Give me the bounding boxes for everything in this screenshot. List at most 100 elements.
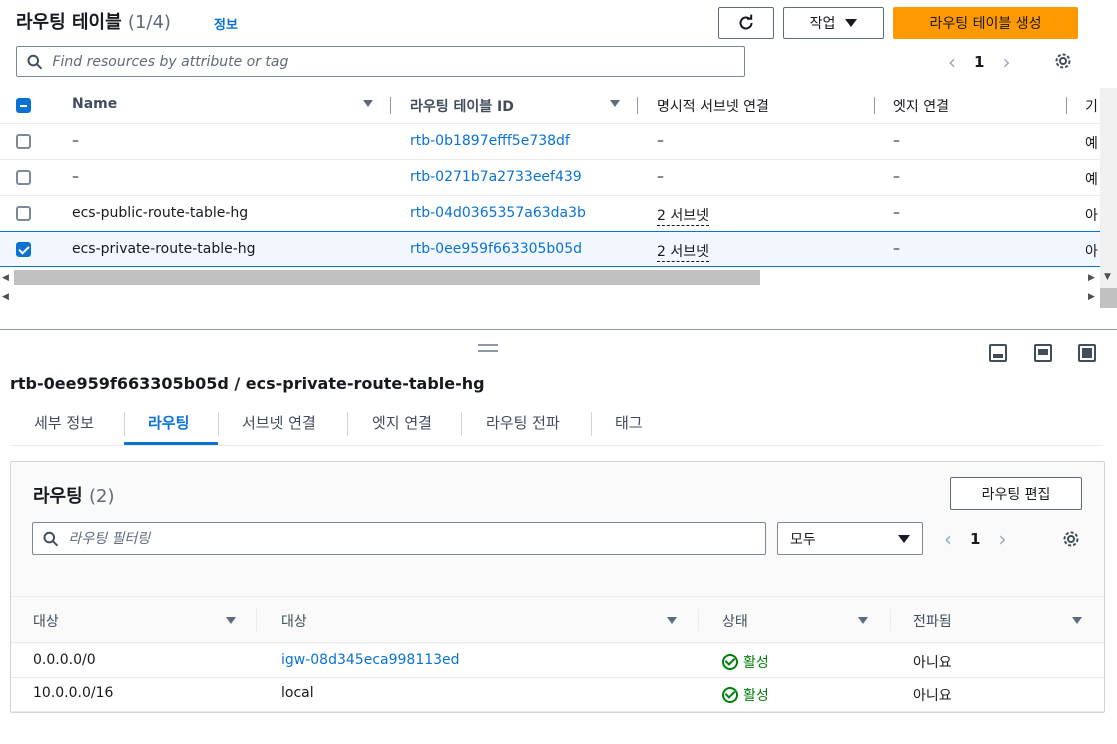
column-divider[interactable] [637, 97, 638, 114]
tab-edge-associations[interactable]: 엣지 연결 [372, 412, 432, 433]
page-number[interactable]: 1 [974, 53, 984, 71]
next-page-icon[interactable]: › [1002, 50, 1010, 74]
drag-handle-icon[interactable] [478, 344, 498, 352]
panel-bottom-icon[interactable] [989, 344, 1007, 362]
status-success-icon [722, 654, 738, 670]
route-table-id-link[interactable]: rtb-0271b7a2733eef439 [410, 169, 582, 185]
column-header-target[interactable]: 대상 [281, 611, 307, 631]
pagination: ‹ 1 › [948, 50, 1010, 74]
routes-table-header: 대상 대상 상태 전파됨 [11, 596, 1104, 643]
previous-page-icon[interactable]: ‹ [944, 527, 952, 551]
resource-search[interactable] [16, 46, 745, 77]
row-checkbox[interactable] [16, 206, 31, 221]
table-header: Name 라우팅 테이블 ID 명시적 서브넷 연결 엣지 연결 기 [0, 88, 1100, 124]
route-target: local [281, 685, 314, 701]
row-edge-associations: – [893, 169, 900, 185]
tab-route-propagation[interactable]: 라우팅 전파 [486, 412, 560, 433]
table-row[interactable]: ecs-public-route-table-hg rtb-04d0365357… [0, 196, 1100, 232]
sort-icon[interactable] [667, 617, 677, 624]
scroll-down-icon[interactable]: ▼ [1104, 272, 1111, 282]
edit-routes-button[interactable]: 라우팅 편집 [950, 477, 1082, 510]
sort-icon[interactable] [1072, 617, 1082, 624]
row-main: 아 [1085, 244, 1098, 260]
column-divider[interactable] [1066, 97, 1067, 114]
route-row: 10.0.0.0/16 local 활성 아니요 [11, 678, 1104, 712]
column-header-subnet-associations[interactable]: 명시적 서브넷 연결 [657, 96, 769, 116]
refresh-button[interactable] [718, 7, 774, 39]
route-status: 활성 [722, 685, 769, 705]
sort-icon[interactable] [858, 617, 868, 624]
tab-details[interactable]: 세부 정보 [34, 412, 94, 433]
info-link[interactable]: 정보 [214, 14, 238, 33]
route-target-link[interactable]: igw-08d345eca998113ed [281, 652, 460, 668]
row-subnet-associations[interactable]: 2 서브넷 [657, 205, 709, 226]
routes-filter[interactable] [32, 522, 766, 555]
split-panel-divider[interactable] [0, 329, 1117, 330]
page-title: 라우팅 테이블 (1/4) [16, 12, 171, 33]
detail-tabs: 세부 정보 라우팅 서브넷 연결 엣지 연결 라우팅 전파 태그 [10, 404, 1103, 446]
route-propagated: 아니요 [913, 655, 952, 671]
column-divider[interactable] [390, 97, 391, 114]
page-number[interactable]: 1 [970, 530, 980, 548]
scroll-right-icon[interactable]: ▶ [1088, 292, 1095, 302]
row-checkbox[interactable] [16, 134, 31, 149]
row-subnet-associations: – [657, 133, 664, 149]
row-name: – [72, 169, 79, 185]
actions-dropdown-button[interactable]: 작업 [783, 7, 884, 39]
column-header-status[interactable]: 상태 [722, 611, 748, 631]
caret-down-icon [845, 19, 858, 27]
column-header-name[interactable]: Name [72, 96, 117, 112]
route-table-id-link[interactable]: rtb-04d0365357a63da3b [410, 205, 586, 221]
vertical-scrollbar-thumb[interactable] [1100, 288, 1117, 308]
route-destination: 0.0.0.0/0 [33, 652, 96, 668]
table-row[interactable]: – rtb-0271b7a2733eef439 – – 예 [0, 160, 1100, 196]
row-edge-associations: – [893, 205, 900, 221]
next-page-icon[interactable]: › [998, 527, 1006, 551]
panel-full-icon[interactable] [1078, 344, 1096, 362]
sort-icon[interactable] [363, 100, 373, 107]
caret-down-icon [898, 534, 910, 543]
scroll-right-icon[interactable]: ▶ [1088, 273, 1095, 283]
route-table-id-link[interactable]: rtb-0b1897efff5e738df [410, 133, 570, 149]
row-subnet-associations[interactable]: 2 서브넷 [657, 241, 709, 262]
row-main: 예 [1085, 136, 1098, 152]
scroll-left-icon[interactable]: ◀ [2, 273, 9, 283]
active-tab-indicator [124, 442, 218, 445]
row-checkbox[interactable] [16, 242, 31, 257]
row-main: 예 [1085, 172, 1098, 188]
column-header-edge-associations[interactable]: 엣지 연결 [893, 96, 949, 116]
routes-count: (2) [88, 486, 115, 507]
route-propagated: 아니요 [913, 688, 952, 704]
row-checkbox[interactable] [16, 170, 31, 185]
table-row[interactable]: – rtb-0b1897efff5e738df – – 예 [0, 124, 1100, 160]
search-icon [27, 54, 43, 69]
search-input[interactable] [52, 53, 744, 70]
column-header-route-table-id[interactable]: 라우팅 테이블 ID [410, 96, 514, 116]
settings-gear-icon[interactable] [1053, 51, 1073, 71]
tab-tags[interactable]: 태그 [615, 412, 643, 433]
tab-subnet-associations[interactable]: 서브넷 연결 [242, 412, 316, 433]
panel-middle-icon[interactable] [1034, 344, 1052, 362]
row-name: ecs-public-route-table-hg [72, 205, 249, 221]
horizontal-scrollbar[interactable] [14, 270, 760, 285]
sort-icon[interactable] [610, 100, 620, 107]
status-success-icon [722, 687, 738, 703]
table-row-selected[interactable]: ecs-private-route-table-hg rtb-0ee959f66… [0, 231, 1100, 267]
column-header-destination[interactable]: 대상 [33, 611, 59, 631]
settings-gear-icon[interactable] [1061, 529, 1081, 549]
route-table-id-link[interactable]: rtb-0ee959f663305b05d [410, 241, 582, 257]
previous-page-icon[interactable]: ‹ [948, 50, 956, 74]
routes-filter-input[interactable] [68, 530, 765, 547]
create-route-table-button[interactable]: 라우팅 테이블 생성 [893, 7, 1078, 39]
scroll-left-icon[interactable]: ◀ [2, 292, 9, 302]
sort-icon[interactable] [226, 617, 236, 624]
row-name: ecs-private-route-table-hg [72, 241, 256, 257]
row-edge-associations: – [893, 241, 900, 257]
routes-filter-select[interactable]: 모두 [777, 522, 923, 555]
column-header-propagated[interactable]: 전파됨 [913, 611, 952, 631]
select-all-checkbox[interactable] [16, 98, 31, 113]
tab-routes[interactable]: 라우팅 [148, 412, 189, 433]
routes-title: 라우팅 (2) [33, 486, 115, 507]
column-header-main[interactable]: 기 [1085, 96, 1098, 116]
column-divider[interactable] [874, 97, 875, 114]
